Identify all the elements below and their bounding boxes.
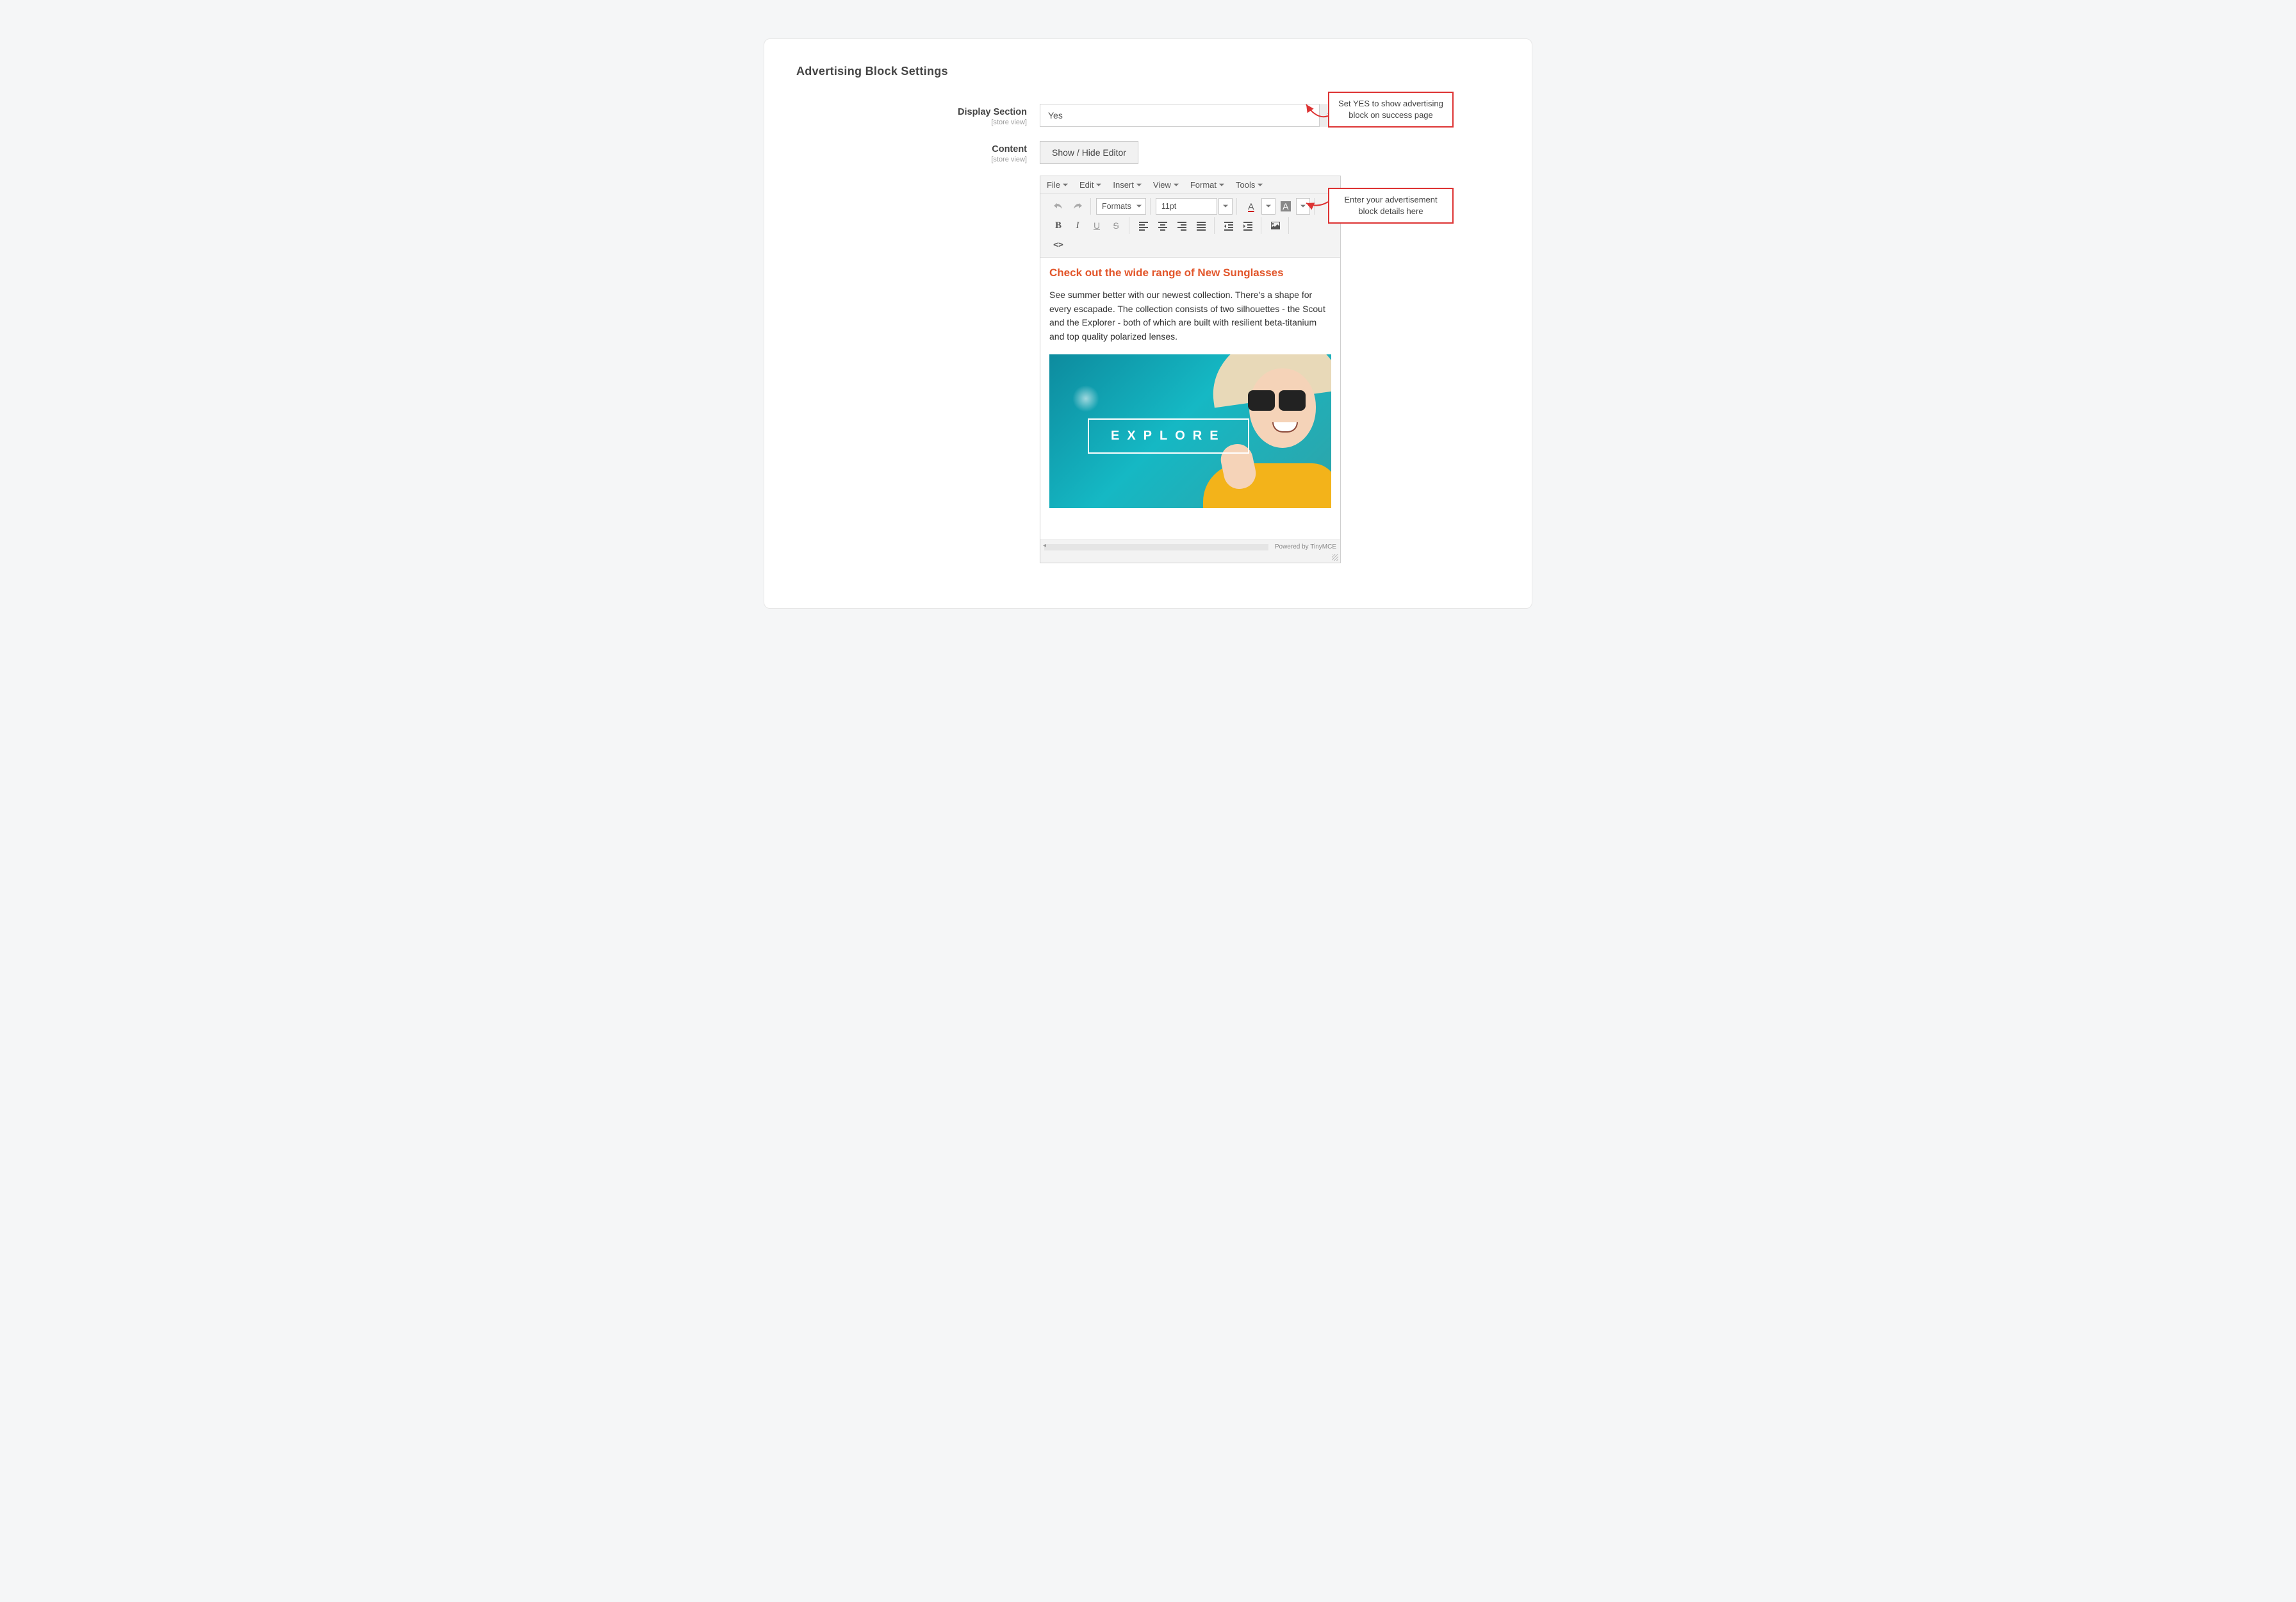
indent-icon[interactable] (1239, 217, 1257, 234)
source-code-button[interactable]: <> (1049, 236, 1067, 253)
menu-tools[interactable]: Tools (1236, 180, 1263, 190)
panel-title: Advertising Block Settings (796, 65, 1500, 78)
redo-icon[interactable] (1069, 198, 1086, 215)
banner-cta-button[interactable]: EXPLORE (1088, 418, 1249, 454)
content-scope: [store view] (796, 156, 1027, 163)
horizontal-scrollbar[interactable] (1044, 544, 1268, 550)
editor-toolbar: Formats 11pt A A B (1040, 194, 1340, 258)
resize-handle[interactable] (1040, 554, 1340, 563)
menu-file[interactable]: File (1047, 180, 1068, 190)
text-color-caret[interactable] (1261, 198, 1275, 215)
editor-statusbar: Powered by TinyMCE (1040, 540, 1340, 554)
wysiwyg-editor: File Edit Insert View Format Tools Forma… (1040, 176, 1341, 563)
align-justify-icon[interactable] (1192, 217, 1210, 234)
toggle-editor-button[interactable]: Show / Hide Editor (1040, 141, 1138, 164)
image-icon[interactable] (1267, 217, 1284, 234)
highlight-color-caret[interactable] (1296, 198, 1310, 215)
highlight-color-button[interactable]: A (1277, 198, 1295, 215)
align-left-icon[interactable] (1135, 217, 1152, 234)
fontsize-caret[interactable] (1218, 198, 1233, 215)
align-center-icon[interactable] (1154, 217, 1172, 234)
content-banner-image: EXPLORE (1049, 354, 1331, 508)
fontsize-select[interactable]: 11pt (1156, 198, 1217, 215)
menu-view[interactable]: View (1153, 180, 1179, 190)
text-color-button[interactable]: A (1242, 198, 1260, 215)
menu-edit[interactable]: Edit (1079, 180, 1101, 190)
menu-format[interactable]: Format (1190, 180, 1224, 190)
display-section-scope: [store view] (796, 119, 1027, 126)
undo-icon[interactable] (1049, 198, 1067, 215)
formats-select[interactable]: Formats (1096, 198, 1146, 215)
menu-insert[interactable]: Insert (1113, 180, 1142, 190)
settings-panel: Advertising Block Settings Display Secti… (764, 38, 1532, 609)
content-label: Content (992, 144, 1027, 154)
display-section-value: Yes (1048, 110, 1063, 120)
callout-content: Enter your advertisement block details h… (1328, 188, 1454, 224)
outdent-icon[interactable] (1220, 217, 1238, 234)
align-right-icon[interactable] (1173, 217, 1191, 234)
powered-by-label: Powered by TinyMCE (1275, 543, 1336, 550)
callout-display-section: Set YES to show advertising block on suc… (1328, 92, 1454, 128)
editor-menubar: File Edit Insert View Format Tools (1040, 176, 1340, 194)
bold-button[interactable]: B (1049, 217, 1067, 234)
display-section-label: Display Section (958, 107, 1027, 117)
strikethrough-button[interactable]: S (1107, 217, 1125, 234)
content-heading: Check out the wide range of New Sunglass… (1049, 267, 1331, 279)
content-paragraph: See summer better with our newest collec… (1049, 288, 1331, 344)
display-section-select[interactable]: Yes (1040, 104, 1341, 127)
editor-content[interactable]: Check out the wide range of New Sunglass… (1040, 258, 1340, 540)
underline-button[interactable]: U (1088, 217, 1106, 234)
italic-button[interactable]: I (1069, 217, 1086, 234)
